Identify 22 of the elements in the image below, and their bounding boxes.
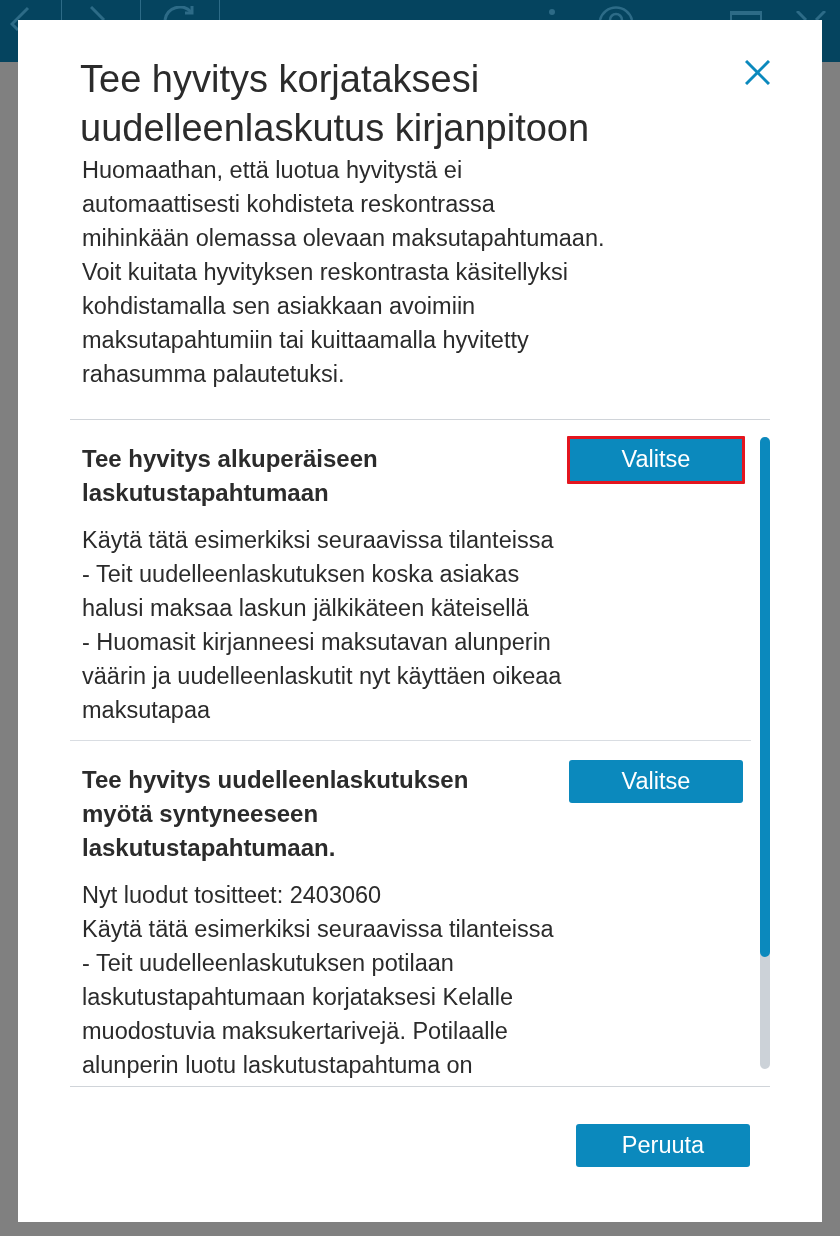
description-text: Käytä tätä esimerkiksi seuraavissa tilanteissa	[82, 915, 555, 944]
description-text: - Teit uudelleenlaskutuksen potilaan laskutustapahtumaan korjataksesi Kelalle muodostuvia maksukertarivejä. Potilaalle alunperin luotu laskutustapahtuma on	[82, 949, 515, 1080]
scrollbar-thumb[interactable]	[760, 437, 770, 957]
dot-icon[interactable]	[549, 9, 555, 15]
close-button[interactable]	[745, 60, 770, 85]
back-icon[interactable]	[10, 6, 30, 31]
option-title: Tee hyvitys alkuperäiseen laskutustapahtumaan	[82, 444, 379, 508]
close-icon[interactable]	[796, 11, 826, 20]
description-text: - Huomasit kirjanneesi maksutavan alunperin väärin ja uudelleenlaskutit nyt käyttäen oikeaa maksutapaa	[82, 628, 562, 725]
dialog-title: Tee hyvitys korjataksesi uudelleenlaskutus kirjanpitoon	[80, 57, 591, 151]
select-button[interactable]: Valitse	[567, 436, 745, 484]
cancel-button[interactable]: Peruuta	[576, 1124, 750, 1167]
select-button[interactable]: Valitse	[569, 760, 743, 803]
maximize-icon[interactable]	[730, 11, 762, 20]
help-icon[interactable]	[598, 6, 634, 20]
forward-icon[interactable]	[90, 6, 106, 20]
dialog-message: Huomaathan, että luotua hyvitystä ei automaattisesti kohdisteta reskontrassa mihinkään olemassa olevaan maksutapahtumaan. Voit kuitata hyvityksen reskontrasta käsitellyksi kohdistamalla sen asiakkaan avoimiin maksutapahtumiin tai kuittaamalla hyvitetty rahasumma palautetuksi.	[82, 156, 606, 389]
description-text: Nyt luodut tositteet: 2403060	[82, 881, 383, 910]
description-text: - Teit uudelleenlaskutuksen koska asiakas halusi maksaa laskun jälkikäteen käteisellä	[82, 560, 530, 623]
close-icon	[745, 60, 770, 85]
description-text: Käytä tätä esimerkiksi seuraavissa tilanteissa	[82, 526, 555, 555]
option-title: Tee hyvitys uudelleenlaskutuksen myötä syntyneeseen laskutustapahtumaan.	[82, 765, 470, 863]
